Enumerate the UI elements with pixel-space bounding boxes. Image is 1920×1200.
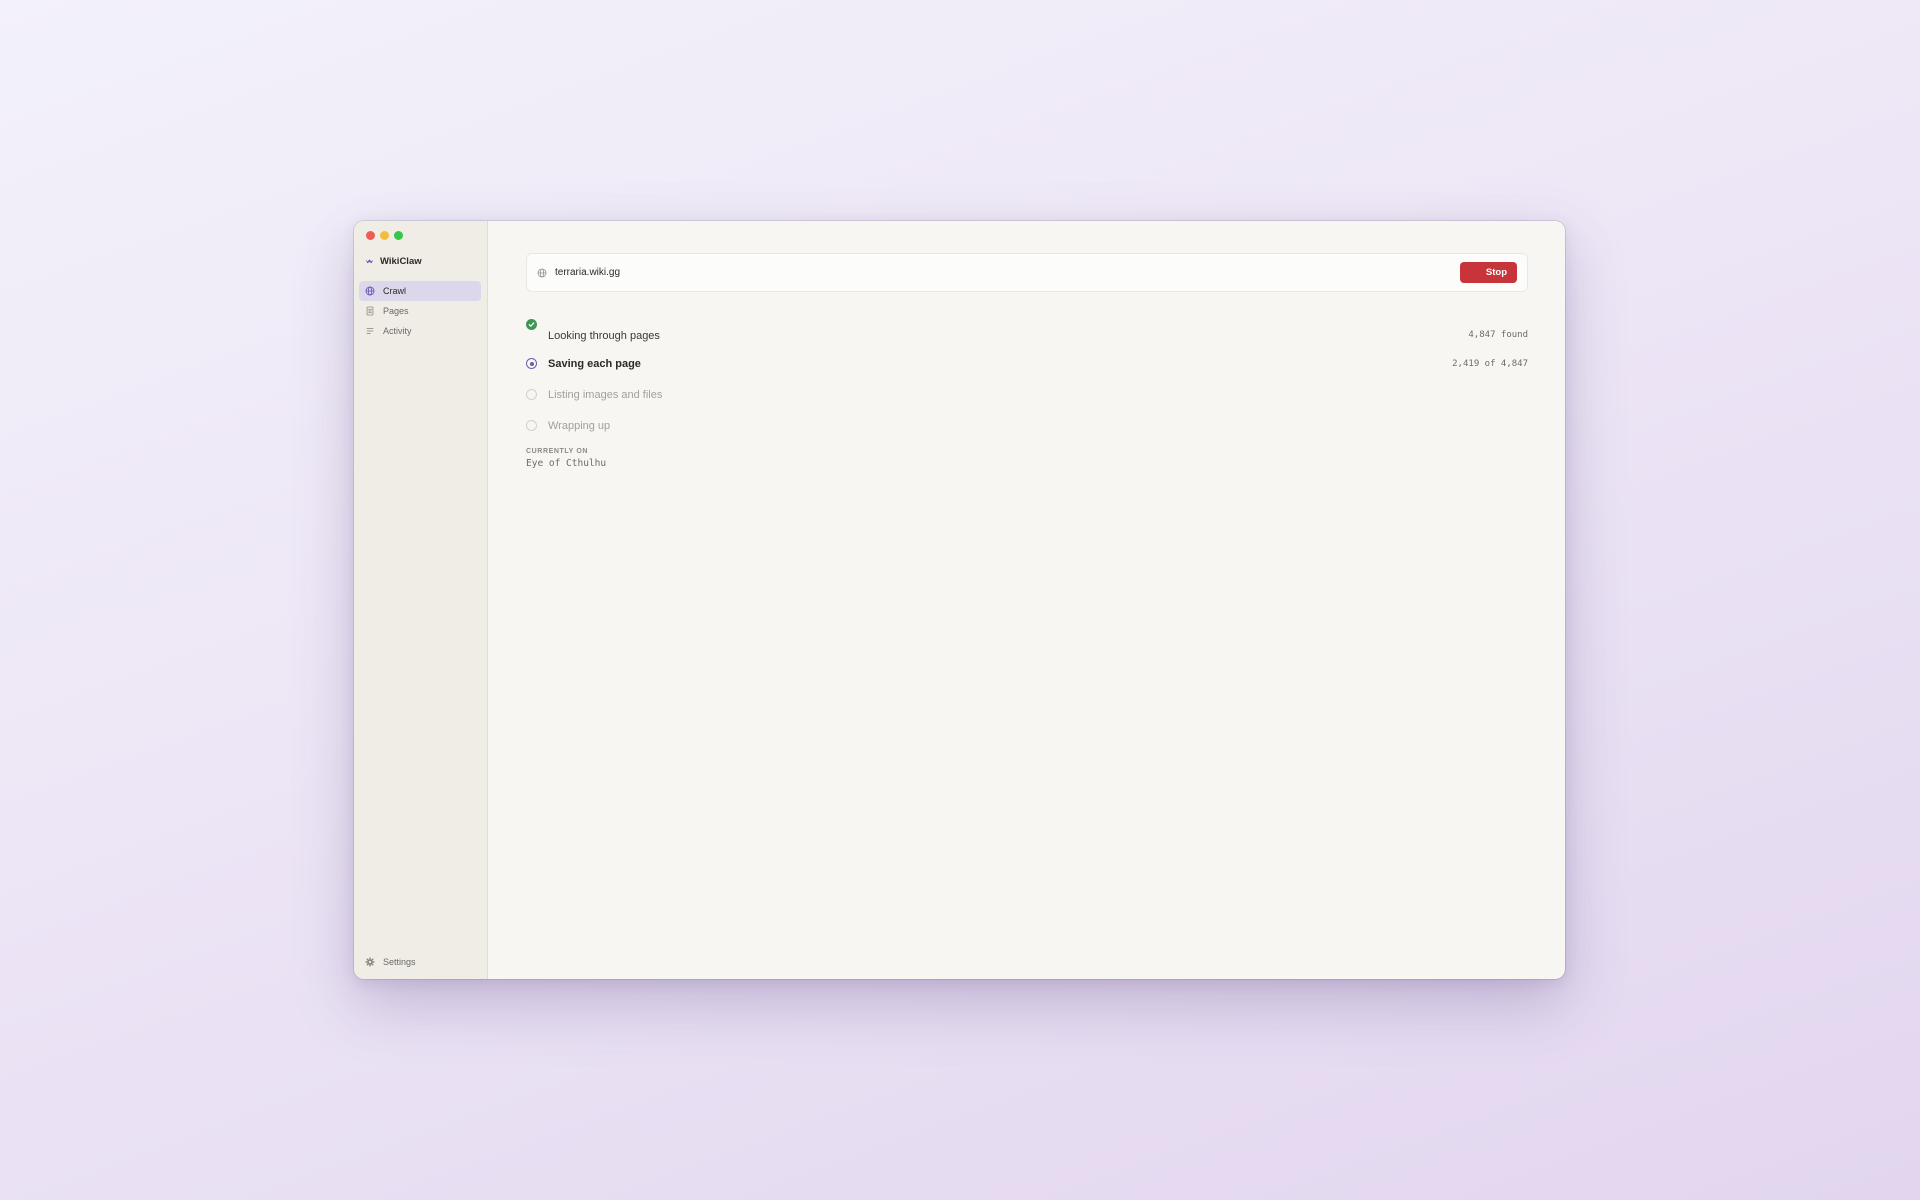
step-listing-images: Listing images and files xyxy=(526,379,1528,410)
currently-on-section: CURRENTLY ON Eye of Cthulhu xyxy=(526,448,606,469)
sidebar-item-label: Activity xyxy=(383,326,412,336)
step-label: Saving each page xyxy=(548,357,641,370)
current-page-name: Eye of Cthulhu xyxy=(526,458,607,469)
close-window-button[interactable] xyxy=(366,231,375,240)
step-count: 4,847 found xyxy=(1468,330,1528,340)
step-label: Looking through pages xyxy=(548,330,660,342)
checkmark-icon xyxy=(526,319,537,330)
step-saving-each-page: Saving each page 2,419 of 4,847 xyxy=(526,348,1528,379)
app-name: WikiClaw xyxy=(380,256,422,267)
sidebar: WikiClaw Crawl Pages Activity Settings xyxy=(354,221,488,979)
step-wrapping-up: Wrapping up xyxy=(526,410,1528,441)
settings-button[interactable]: Settings xyxy=(365,957,416,967)
step-label: Wrapping up xyxy=(548,419,611,432)
sidebar-item-crawl[interactable]: Crawl xyxy=(359,281,481,301)
sidebar-item-label: Crawl xyxy=(383,286,407,296)
step-label: Listing images and files xyxy=(548,388,663,401)
main-content: terraria.wiki.gg Stop Looking through pa… xyxy=(488,221,1565,979)
minimize-window-button[interactable] xyxy=(380,231,389,240)
sidebar-item-label: Pages xyxy=(383,306,409,316)
sidebar-item-activity[interactable]: Activity xyxy=(359,321,481,341)
sidebar-nav: Crawl Pages Activity xyxy=(359,281,481,341)
currently-on-label: CURRENTLY ON xyxy=(526,448,589,455)
step-count: 2,419 of 4,847 xyxy=(1452,358,1528,369)
crawl-url-bar: terraria.wiki.gg Stop xyxy=(526,253,1528,292)
crawl-steps: Looking through pages 4,847 found Saving… xyxy=(526,317,1528,441)
globe-icon xyxy=(365,286,375,296)
settings-label: Settings xyxy=(383,957,416,967)
window-controls xyxy=(366,231,403,240)
sidebar-item-pages[interactable]: Pages xyxy=(359,301,481,321)
app-window: WikiClaw Crawl Pages Activity Settings t… xyxy=(354,221,1565,979)
stop-button[interactable]: Stop xyxy=(1460,262,1517,283)
claw-logo-icon xyxy=(365,257,374,266)
step-looking-through-pages: Looking through pages 4,847 found xyxy=(526,317,1528,348)
list-icon xyxy=(365,326,375,336)
in-progress-icon xyxy=(526,358,537,369)
pending-circle-icon xyxy=(526,389,537,400)
app-brand: WikiClaw xyxy=(365,256,422,267)
globe-icon xyxy=(537,268,547,278)
maximize-window-button[interactable] xyxy=(394,231,403,240)
pending-circle-icon xyxy=(526,420,537,431)
document-icon xyxy=(365,306,375,316)
gear-icon xyxy=(365,957,375,967)
crawl-url: terraria.wiki.gg xyxy=(555,267,621,278)
